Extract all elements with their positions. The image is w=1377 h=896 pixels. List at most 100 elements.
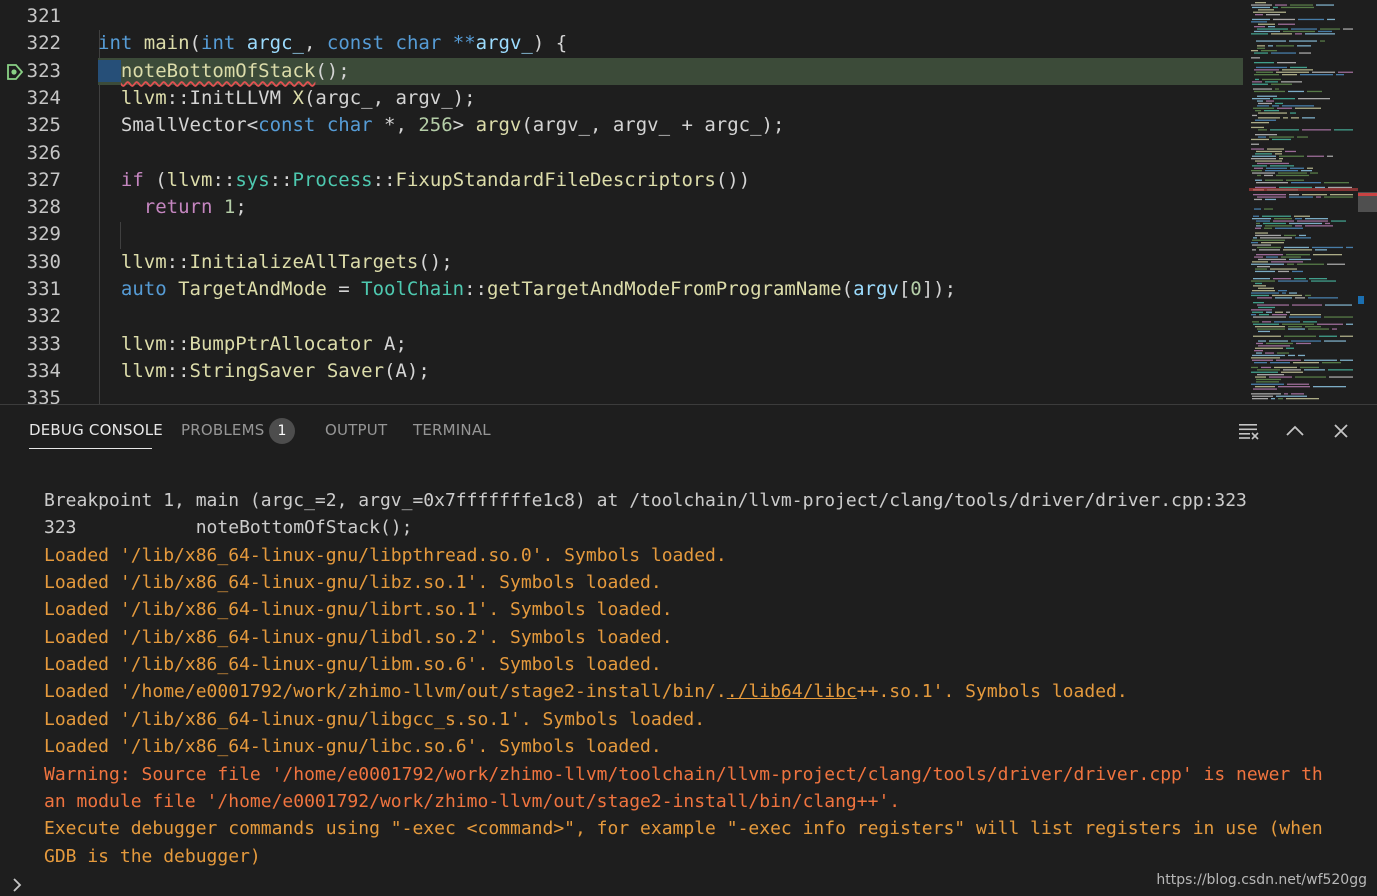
code-line[interactable]: 332: [0, 303, 1250, 330]
console-line: Loaded '/lib/x86_64-linux-gnu/librt.so.1…: [44, 599, 673, 621]
code-token: X: [292, 86, 304, 109]
editor-scrollbar[interactable]: [1358, 0, 1377, 404]
line-number[interactable]: 322: [0, 30, 61, 57]
code-line[interactable]: 326: [0, 140, 1250, 167]
code-line[interactable]: 325 SmallVector<const char *, 256> argv(…: [0, 112, 1250, 139]
console-line: Loaded '/lib/x86_64-linux-gnu/libgcc_s.s…: [44, 708, 706, 730]
console-line: Execute debugger commands using "-exec <…: [44, 818, 1323, 840]
code-line[interactable]: 328 return 1;: [0, 194, 1250, 221]
code-token: sys: [235, 168, 270, 191]
line-code: if (llvm::sys::Process::FixupStandardFil…: [98, 167, 750, 194]
code-token: SmallVector<: [98, 114, 259, 137]
chevron-up-icon: [1286, 425, 1304, 436]
code-line[interactable]: 327 if (llvm::sys::Process::FixupStandar…: [0, 167, 1250, 194]
code-line[interactable]: 329: [0, 221, 1250, 248]
line-number[interactable]: 328: [0, 194, 61, 221]
console-line: Loaded '/home/e0001792/work/zhimo-llvm/o…: [44, 678, 1128, 705]
console-file-link[interactable]: ./lib64/libc: [727, 681, 857, 702]
code-token: ::: [166, 359, 190, 382]
problems-count-badge: 1: [269, 418, 295, 444]
code-editor[interactable]: 321 322 int main(int argc_, const char **a…: [0, 0, 1377, 404]
tab-problems[interactable]: PROBLEMS: [181, 420, 264, 440]
tab-output[interactable]: OUTPUT: [325, 420, 387, 440]
clear-console-icon: [1239, 424, 1259, 440]
code-line[interactable]: 331 auto TargetAndMode = ToolChain::getT…: [0, 276, 1250, 303]
line-number[interactable]: 333: [0, 331, 61, 358]
line-number[interactable]: 326: [0, 140, 61, 167]
line-code: llvm::InitializeAllTargets();: [98, 249, 453, 276]
code-token: noteBottomOfStack: [120, 59, 316, 82]
code-token: ,: [303, 32, 327, 55]
code-token: 256: [418, 114, 453, 137]
code-token: main: [143, 32, 190, 55]
code-token: int: [201, 32, 236, 55]
debug-console-output[interactable]: Breakpoint 1, main (argc_=2, argv_=0x7ff…: [0, 455, 1377, 875]
code-line[interactable]: 333 llvm::BumpPtrAllocator A;: [0, 331, 1250, 358]
line-number[interactable]: 331: [0, 276, 61, 303]
line-code: SmallVector<const char *, 256> argv(argv…: [98, 112, 785, 139]
code-token: (: [189, 32, 201, 55]
code-token: char: [326, 114, 373, 137]
maximize-panel-button[interactable]: [1282, 418, 1308, 444]
line-code: return 1;: [98, 194, 247, 221]
close-panel-button[interactable]: [1328, 418, 1354, 444]
code-token: argc_: [246, 32, 304, 55]
tab-debug-console[interactable]: DEBUG CONSOLE: [29, 420, 163, 440]
line-number[interactable]: 327: [0, 167, 61, 194]
code-token: argv: [853, 278, 899, 300]
console-line: Warning: Source file '/home/e0001792/wor…: [44, 763, 1323, 785]
code-token: llvm: [120, 359, 167, 382]
console-text: Loaded '/home/e0001792/work/zhimo-llvm/o…: [44, 681, 727, 703]
current-execution-line[interactable]: 323 noteBottomOfStack();: [0, 57, 1250, 85]
console-line: an module file '/home/e0001792/work/zhim…: [44, 790, 901, 812]
code-token: Saver: [326, 359, 385, 382]
console-line: Breakpoint 1, main (argc_=2, argv_=0x7ff…: [44, 490, 1247, 511]
code-token: *,: [372, 114, 419, 137]
console-line: Loaded '/lib/x86_64-linux-gnu/libz.so.1'…: [44, 572, 662, 594]
code-token: ()): [715, 168, 751, 191]
code-token: ::: [464, 278, 487, 300]
code-token: llvm: [166, 168, 213, 191]
code-token: if: [120, 168, 144, 191]
line-number[interactable]: 321: [0, 3, 61, 30]
code-line[interactable]: 330 llvm::InitializeAllTargets();: [0, 249, 1250, 276]
code-token: const: [326, 32, 385, 55]
code-token: ();: [418, 250, 453, 273]
code-line[interactable]: 321: [0, 3, 1250, 30]
code-token: llvm: [120, 250, 167, 273]
watermark: https://blog.csdn.net/wf520gg: [1156, 872, 1367, 888]
line-number[interactable]: 330: [0, 249, 61, 276]
console-text: ++.so.1'. Symbols loaded.: [856, 681, 1128, 703]
line-number[interactable]: 325: [0, 112, 61, 139]
tab-terminal[interactable]: TERMINAL: [413, 420, 491, 440]
code-token: StringSaver: [189, 359, 316, 382]
console-line: Loaded '/lib/x86_64-linux-gnu/libm.so.6'…: [44, 654, 662, 676]
line-number[interactable]: 334: [0, 358, 61, 385]
code-token: argv: [475, 114, 522, 137]
code-token: =: [326, 278, 362, 300]
line-number[interactable]: 329: [0, 221, 61, 248]
code-token: ) {: [532, 32, 568, 55]
code-token: (A);: [384, 359, 430, 382]
console-line: Loaded '/lib/x86_64-linux-gnu/libdl.so.2…: [44, 626, 673, 648]
line-number[interactable]: 332: [0, 303, 61, 330]
code-line[interactable]: 324 llvm::InitLLVM X(argc_, argv_);: [0, 85, 1250, 112]
line-number[interactable]: 323: [0, 58, 61, 85]
line-number[interactable]: 324: [0, 85, 61, 112]
line-code: llvm::BumpPtrAllocator A;: [98, 331, 407, 358]
code-line[interactable]: 334 llvm::StringSaver Saver(A);: [0, 358, 1250, 385]
minimap[interactable]: [1249, 0, 1359, 404]
code-token: 1: [223, 196, 236, 219]
code-line[interactable]: 322 int main(int argc_, const char **argv…: [0, 30, 1250, 57]
code-token: ::: [372, 168, 396, 191]
line-number[interactable]: 335: [0, 385, 61, 404]
clear-console-button[interactable]: [1236, 418, 1262, 444]
code-token: Process: [292, 168, 373, 191]
code-line[interactable]: 335: [0, 385, 1250, 404]
